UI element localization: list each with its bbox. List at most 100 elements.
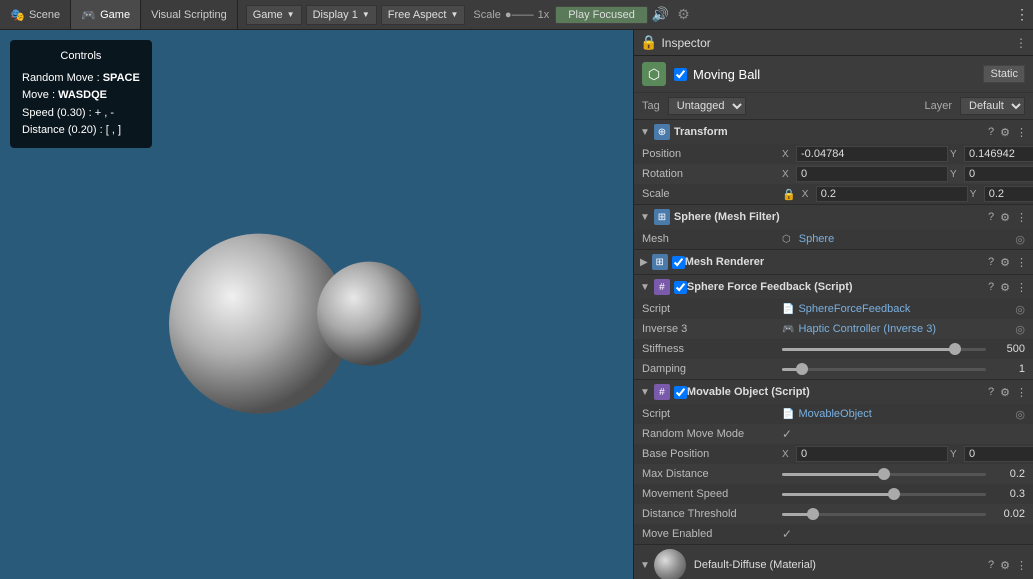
mesh-filter-component: ▼ ⊞ Sphere (Mesh Filter) ? ⚙ ⋮ Mesh ⬡ Sp…: [634, 205, 1033, 250]
tab-visual-scripting[interactable]: Visual Scripting: [141, 0, 238, 29]
scale-y-field[interactable]: [984, 186, 1033, 202]
dist-thresh-thumb[interactable]: [807, 508, 819, 520]
move-speed-value: 0.3: [990, 488, 1025, 500]
material-component: ▼ Default-Diffuse (Material) ? ⚙ ⋮ Shade…: [634, 545, 1033, 579]
mesh-renderer-checkbox[interactable]: [672, 256, 685, 269]
mesh-filter-actions: ? ⚙ ⋮: [988, 211, 1027, 224]
dist-thresh-slider[interactable]: [782, 513, 986, 516]
transform-help-icon[interactable]: ?: [988, 126, 994, 139]
movable-help-icon[interactable]: ?: [988, 386, 994, 399]
rot-y-field[interactable]: [964, 166, 1033, 182]
base-pos-label: Base Position: [642, 448, 782, 460]
max-dist-slider[interactable]: [782, 473, 986, 476]
mesh-select-icon[interactable]: ◎: [1015, 233, 1025, 246]
sphere-script-ref[interactable]: 📄 SphereForceFeedback: [782, 303, 1011, 315]
mute-icon[interactable]: 🔊: [652, 6, 669, 23]
inverse3-ref[interactable]: 🎮 Haptic Controller (Inverse 3): [782, 323, 1011, 335]
tab-scene[interactable]: 🎭 Scene: [0, 0, 71, 29]
transform-header[interactable]: ▼ ⊕ Transform ? ⚙ ⋮: [634, 120, 1033, 144]
controls-overlay: Controls Random Move : SPACE Move : WASD…: [10, 40, 152, 148]
material-settings-icon[interactable]: ⚙: [1000, 559, 1010, 572]
small-sphere: [317, 261, 421, 365]
material-name: Default-Diffuse (Material): [694, 559, 988, 571]
move-enabled-check[interactable]: ✓: [782, 527, 792, 541]
inverse3-row: Inverse 3 🎮 Haptic Controller (Inverse 3…: [634, 319, 1033, 339]
movable-more-icon[interactable]: ⋮: [1016, 386, 1027, 399]
stiffness-thumb[interactable]: [949, 343, 961, 355]
more-options-icon[interactable]: ⋮: [1011, 6, 1033, 23]
rot-x-label: X: [782, 169, 794, 180]
sphere-force-more-icon[interactable]: ⋮: [1016, 281, 1027, 294]
max-dist-slider-row: 0.2: [782, 468, 1025, 480]
max-dist-fill: [782, 473, 884, 476]
scale-control: Scale ●—— 1x: [473, 9, 549, 21]
move-speed-thumb[interactable]: [888, 488, 900, 500]
stiffness-fill: [782, 348, 955, 351]
pos-x-field[interactable]: [796, 146, 948, 162]
inspector-more-icon[interactable]: ⋮: [1015, 36, 1027, 50]
movable-script-select-icon[interactable]: ◎: [1015, 408, 1025, 421]
display-label: Display 1: [313, 9, 358, 21]
layer-dropdown[interactable]: Default: [960, 97, 1025, 115]
sphere-script-select-icon[interactable]: ◎: [1015, 303, 1025, 316]
movable-object-header[interactable]: ▼ # Movable Object (Script) ? ⚙ ⋮: [634, 380, 1033, 404]
mesh-filter-header[interactable]: ▼ ⊞ Sphere (Mesh Filter) ? ⚙ ⋮: [634, 205, 1033, 229]
base-x-field[interactable]: [796, 446, 948, 462]
inverse3-select-icon[interactable]: ◎: [1015, 323, 1025, 336]
mesh-renderer-header[interactable]: ▶ ⊞ Mesh Renderer ? ⚙ ⋮: [634, 250, 1033, 274]
mesh-renderer-component: ▶ ⊞ Mesh Renderer ? ⚙ ⋮: [634, 250, 1033, 275]
movable-script-ref[interactable]: 📄 MovableObject: [782, 408, 1011, 420]
display-dropdown[interactable]: Display 1 ▼: [306, 5, 377, 25]
mesh-more-icon[interactable]: ⋮: [1016, 211, 1027, 224]
material-arrow[interactable]: ▼: [640, 560, 650, 571]
tab-game[interactable]: 🎮 Game: [71, 0, 141, 29]
tag-dropdown[interactable]: Untagged: [668, 97, 746, 115]
base-y-field[interactable]: [964, 446, 1033, 462]
mesh-value: ⬡ Sphere ◎: [782, 233, 1025, 246]
stiffness-slider[interactable]: [782, 348, 986, 351]
max-dist-thumb[interactable]: [878, 468, 890, 480]
play-focused-button[interactable]: Play Focused: [555, 6, 648, 24]
game-viewport[interactable]: Controls Random Move : SPACE Move : WASD…: [0, 30, 633, 579]
sphere-force-header[interactable]: ▼ # Sphere Force Feedback (Script) ? ⚙ ⋮: [634, 275, 1033, 299]
move-key: WASDQE: [58, 89, 107, 101]
object-active-checkbox[interactable]: [674, 68, 687, 81]
transform-more-icon[interactable]: ⋮: [1016, 126, 1027, 139]
mesh-renderer-settings-icon[interactable]: ⚙: [1000, 256, 1010, 269]
base-x-label: X: [782, 449, 794, 460]
mesh-help-icon[interactable]: ?: [988, 211, 994, 224]
material-more-icon[interactable]: ⋮: [1016, 559, 1027, 572]
transform-settings-icon[interactable]: ⚙: [1000, 126, 1010, 139]
settings-icon[interactable]: ⚙: [677, 6, 690, 23]
sphere-script-label: Script: [642, 303, 782, 315]
mesh-ref[interactable]: ⬡ Sphere: [782, 233, 1015, 245]
movable-object-checkbox[interactable]: [674, 386, 687, 399]
rot-x-field[interactable]: [796, 166, 948, 182]
random-move-check[interactable]: ✓: [782, 427, 792, 441]
mesh-settings-icon[interactable]: ⚙: [1000, 211, 1010, 224]
static-button[interactable]: Static: [983, 65, 1025, 83]
damping-thumb[interactable]: [796, 363, 808, 375]
damping-value: 1: [990, 363, 1025, 375]
scale-value: 1x: [538, 9, 550, 21]
movable-settings-icon[interactable]: ⚙: [1000, 386, 1010, 399]
inspector-header: 🔒 Inspector ⋮: [634, 30, 1033, 56]
mesh-renderer-help-icon[interactable]: ?: [988, 256, 994, 269]
aspect-dropdown[interactable]: Free Aspect ▼: [381, 5, 466, 25]
aspect-arrow: ▼: [450, 10, 458, 19]
movable-script-label: Script: [642, 408, 782, 420]
dist-thresh-slider-row: 0.02: [782, 508, 1025, 520]
sphere-force-help-icon[interactable]: ?: [988, 281, 994, 294]
move-speed-slider[interactable]: [782, 493, 986, 496]
rotation-xyz: X Y Z: [782, 166, 1033, 182]
mesh-renderer-arrow: ▶: [640, 257, 648, 268]
sphere-force-checkbox[interactable]: [674, 281, 687, 294]
scale-x-field[interactable]: [816, 186, 968, 202]
pos-y-field[interactable]: [964, 146, 1033, 162]
damping-slider[interactable]: [782, 368, 986, 371]
game-dropdown[interactable]: Game ▼: [246, 5, 302, 25]
mesh-renderer-more-icon[interactable]: ⋮: [1016, 256, 1027, 269]
material-help-icon[interactable]: ?: [988, 559, 994, 572]
object-name[interactable]: Moving Ball: [693, 67, 983, 82]
sphere-force-settings-icon[interactable]: ⚙: [1000, 281, 1010, 294]
